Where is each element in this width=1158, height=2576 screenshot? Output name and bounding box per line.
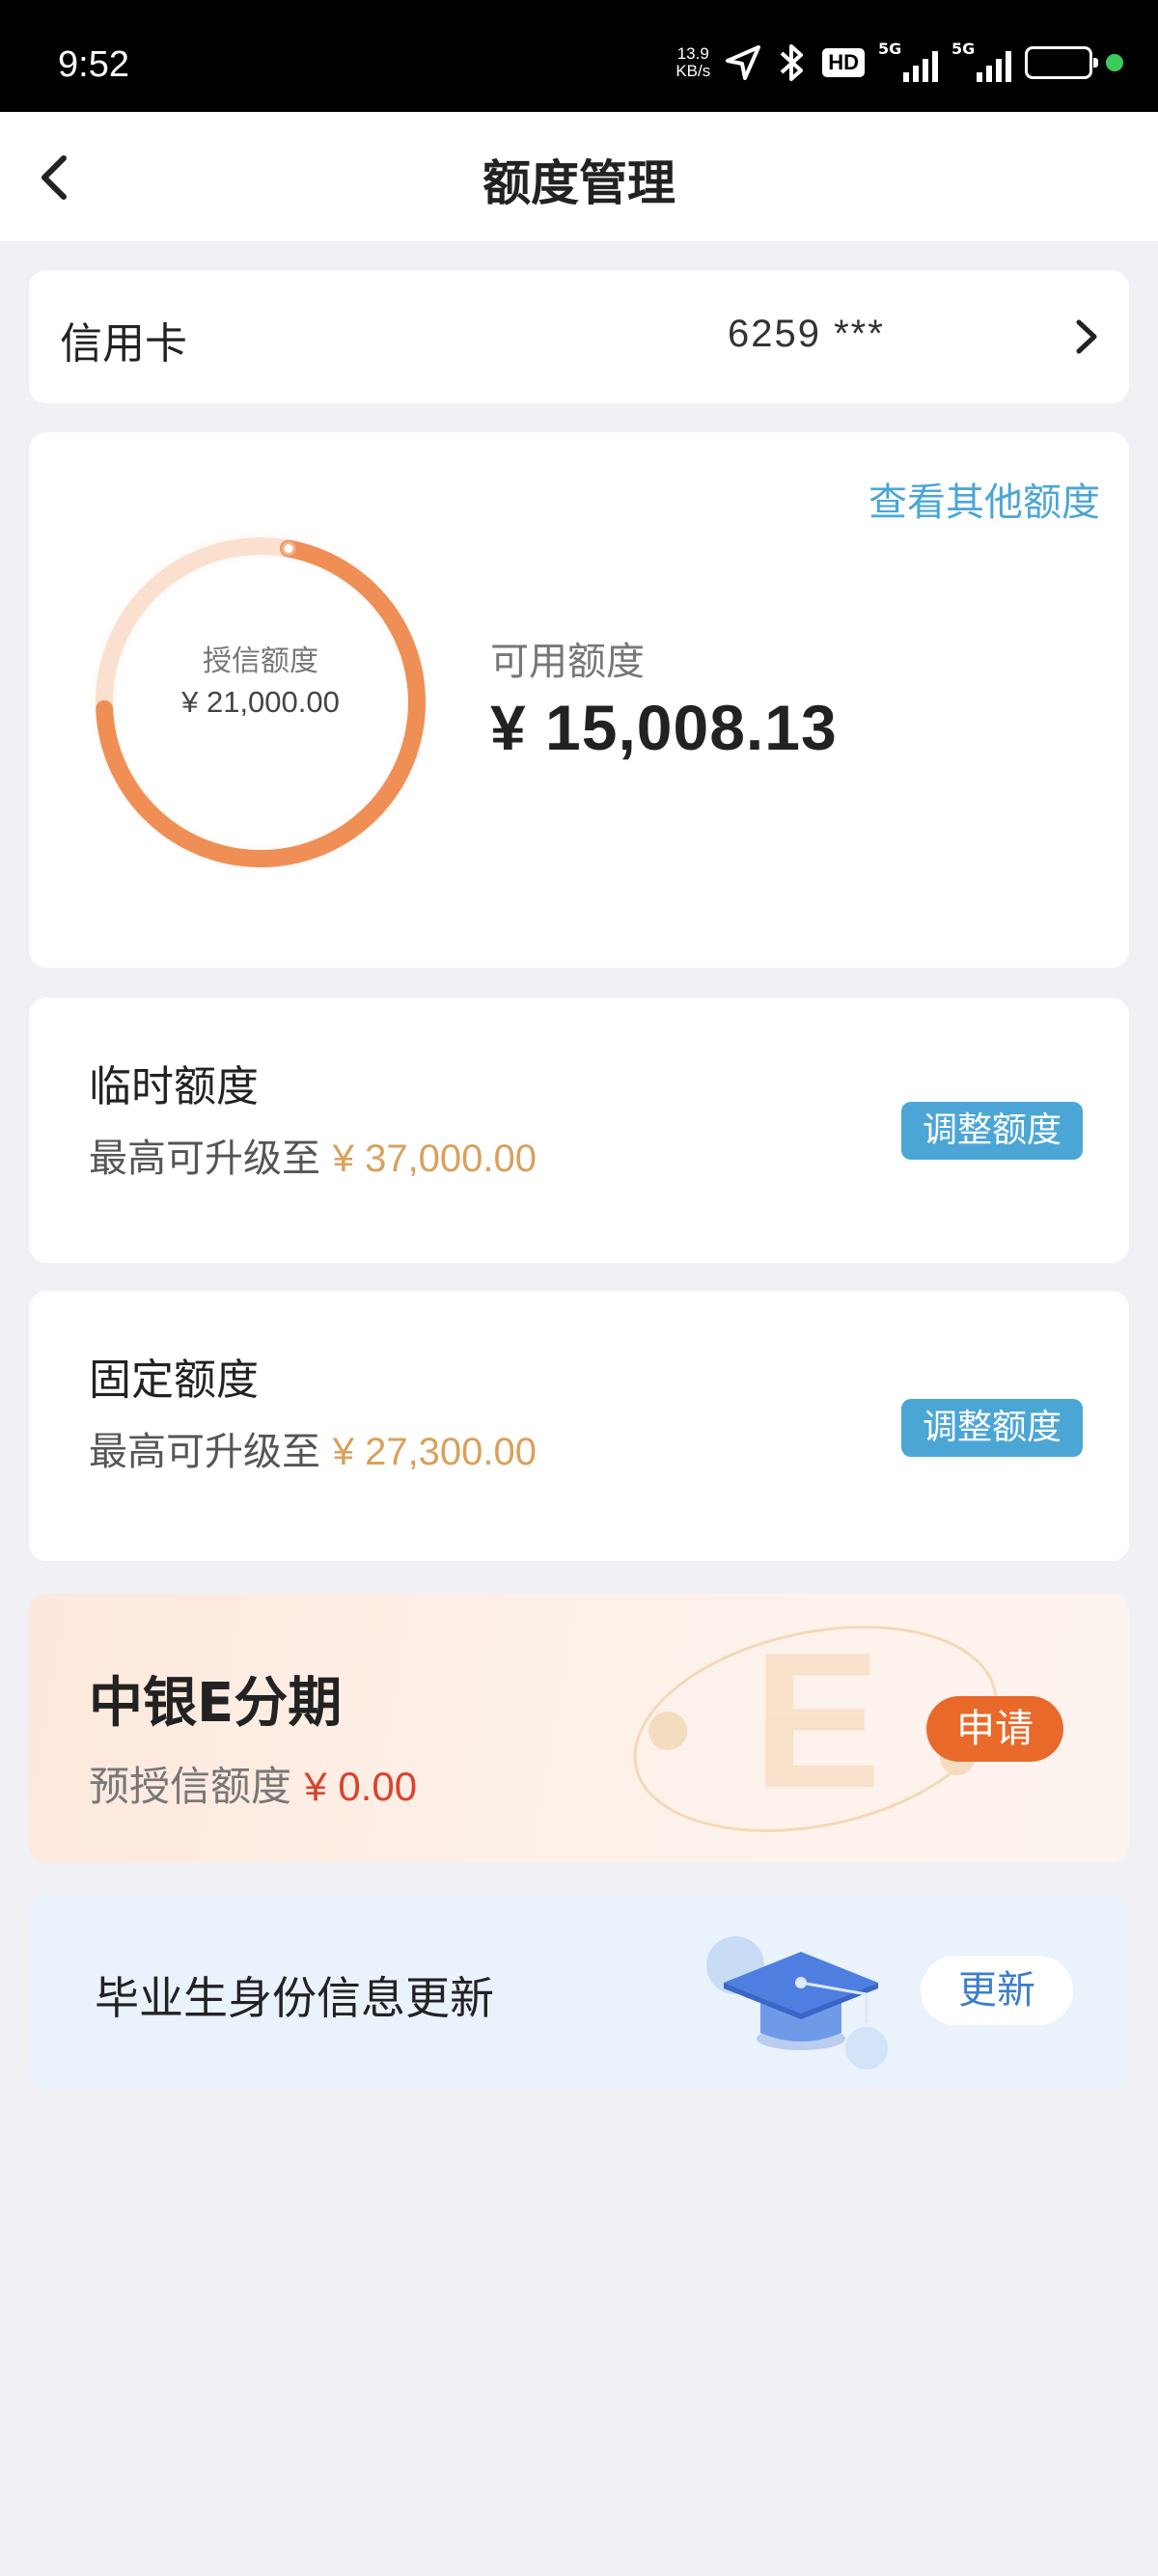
graduate-update-title: 毕业生身份信息更新 — [95, 1972, 494, 2024]
location-arrow-icon — [726, 45, 761, 80]
fixed-limit-subtitle: 最高可升级至 ¥ 27,300.00 — [89, 1420, 537, 1476]
signal-icon: 5G — [951, 40, 1011, 82]
battery-level: 91 — [1047, 50, 1070, 71]
credit-limit-label: 授信额度 — [203, 644, 318, 678]
card-number: 6259 *** — [728, 313, 885, 355]
e-installment-title: 中银E分期 — [89, 1672, 343, 1735]
available-limit-value: ¥ 15,008.13 — [490, 692, 838, 763]
temporary-limit-subtitle: 最高可升级至 ¥ 37,000.00 — [89, 1127, 537, 1183]
ring-progress-dot — [281, 541, 296, 557]
charging-dot-icon — [1106, 54, 1123, 71]
e-installment-prefix: 预授信额度 — [89, 1763, 292, 1810]
e-installment-subtitle: 预授信额度 ¥ 0.00 — [89, 1754, 417, 1813]
credit-limit-value: ¥ 21,000.00 — [181, 685, 340, 719]
svg-text:E: E — [753, 1613, 881, 1828]
temporary-limit-amount: ¥ 37,000.00 — [332, 1137, 538, 1180]
card-selector[interactable]: 信用卡 6259 *** — [29, 270, 1129, 403]
fixed-limit-card: 固定额度 最高可升级至 ¥ 27,300.00 调整额度 — [29, 1291, 1129, 1561]
temporary-limit-prefix: 最高可升级至 — [89, 1137, 320, 1181]
limit-card: 查看其他额度 授信额度 ¥ 21,000.00 可用额度 ¥ 15,008.13 — [29, 432, 1129, 968]
adjust-temporary-limit-button[interactable]: 调整额度 — [901, 1102, 1083, 1160]
temporary-limit-card: 临时额度 最高可升级至 ¥ 37,000.00 调整额度 — [29, 998, 1129, 1263]
view-other-limits-link[interactable]: 查看其他额度 — [868, 471, 1100, 527]
network-speed-unit: KB/s — [676, 62, 711, 80]
nav-bar: 额度管理 — [0, 112, 1158, 241]
status-time: 9:52 — [58, 44, 129, 85]
signal-icon: 5G — [878, 40, 938, 82]
apply-button[interactable]: 申请 — [926, 1696, 1063, 1762]
temporary-limit-title: 临时额度 — [89, 1062, 259, 1111]
network-speed-value: 13.9 — [676, 44, 709, 63]
fixed-limit-prefix: 最高可升级至 — [89, 1430, 320, 1474]
network-speed: 13.9 KB/s — [676, 45, 710, 80]
status-icons: 13.9 KB/s HD 5G 5G 91 — [676, 39, 1123, 87]
card-type-label: 信用卡 — [60, 319, 187, 369]
graduation-cap-icon — [706, 1936, 888, 2069]
e-installment-banner: E 中银E分期 预授信额度 ¥ 0.00 申请 — [29, 1594, 1129, 1862]
status-bar: 9:52 13.9 KB/s HD 5G 5G 91 — [0, 0, 1158, 112]
available-limit-label: 可用额度 — [490, 640, 645, 684]
hd-icon: HD — [822, 48, 865, 77]
sim2-label: 5G — [951, 40, 976, 58]
chevron-right-icon — [1076, 319, 1097, 354]
graduate-update-banner: 毕业生身份信息更新 更新 — [29, 1896, 1129, 2089]
update-button[interactable]: 更新 — [921, 1956, 1073, 2025]
adjust-fixed-limit-button[interactable]: 调整额度 — [901, 1399, 1083, 1457]
sim1-label: 5G — [878, 40, 902, 58]
e-installment-amount: ¥ 0.00 — [304, 1764, 418, 1809]
battery-icon: 91 — [1025, 46, 1098, 79]
fixed-limit-title: 固定额度 — [89, 1356, 259, 1405]
page-title: 额度管理 — [482, 155, 676, 211]
bluetooth-icon — [780, 44, 804, 81]
fixed-limit-amount: ¥ 27,300.00 — [332, 1431, 538, 1473]
